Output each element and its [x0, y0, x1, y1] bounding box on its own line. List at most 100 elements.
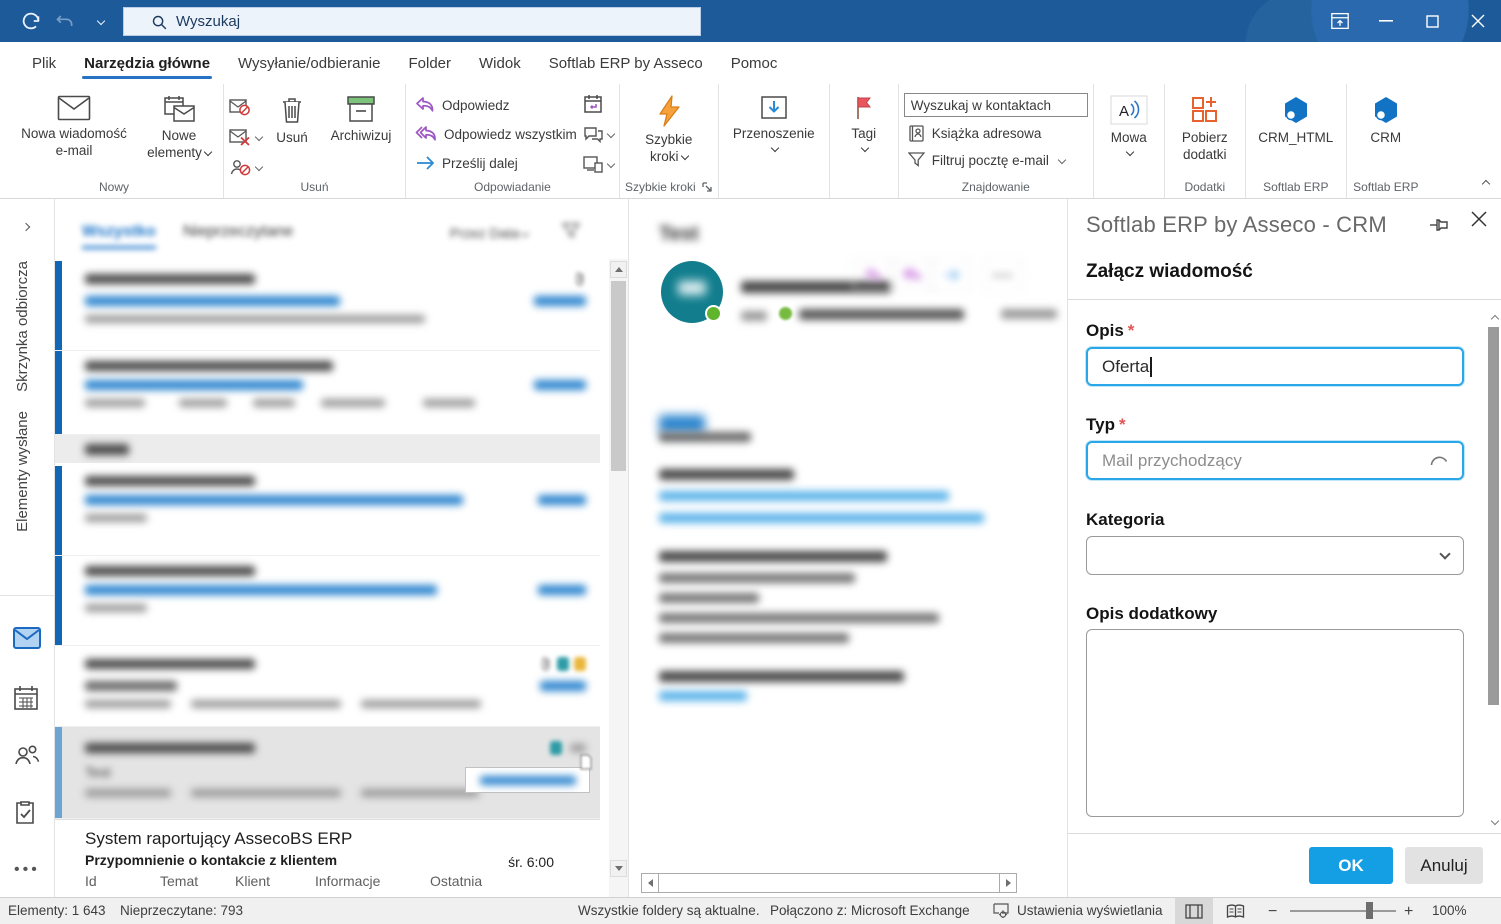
close-button[interactable]	[1455, 0, 1501, 42]
redacted-preview	[179, 399, 227, 407]
search-contacts-input[interactable]	[903, 93, 1088, 117]
redacted-body-line	[659, 469, 794, 480]
quick-access-dropdown-icon[interactable]	[82, 6, 116, 36]
scroll-up-button[interactable]	[610, 261, 627, 278]
opis-dodatkowy-textarea[interactable]	[1086, 629, 1464, 817]
archive-button[interactable]: Archiwizuj	[322, 89, 400, 179]
address-book-button[interactable]: Książka adresowa	[904, 122, 1088, 144]
zoom-out-button[interactable]: −	[1268, 903, 1277, 921]
tab-plik[interactable]: Plik	[18, 45, 70, 81]
opis-input[interactable]: Oferta	[1086, 347, 1464, 386]
mail-item[interactable]	[55, 466, 600, 556]
new-items-button[interactable]: Nowe elementy	[140, 89, 218, 179]
layout-reading-button[interactable]	[1216, 898, 1254, 924]
scroll-down-icon[interactable]	[1489, 813, 1500, 831]
send-receive-icon[interactable]	[14, 6, 48, 36]
reply-all-button[interactable]: Odpowiedz wszystkim	[411, 120, 581, 148]
ribbon-display-options-icon[interactable]	[1317, 0, 1363, 42]
tab-widok[interactable]: Widok	[465, 45, 535, 81]
quick-steps-button[interactable]: Szybkie kroki	[625, 89, 713, 179]
tab-pomoc[interactable]: Pomoc	[717, 45, 792, 81]
junk-button[interactable]	[229, 125, 264, 149]
crm-button[interactable]: CRM	[1352, 89, 1420, 179]
zoom-slider-track[interactable]	[1290, 910, 1396, 912]
kategoria-dropdown[interactable]	[1086, 536, 1464, 575]
envelope-icon	[57, 95, 91, 121]
sort-by-dropdown[interactable]: Przez Data	[450, 225, 530, 241]
tags-button[interactable]: Tagi	[835, 89, 893, 179]
delete-button[interactable]: Usuń	[264, 89, 320, 179]
reply-all-action-button[interactable]	[892, 259, 931, 291]
mail-nav-icon[interactable]	[13, 627, 41, 655]
reply-button[interactable]: Odpowiedz	[411, 91, 581, 119]
mail-item-selected[interactable]: Test	[55, 727, 600, 819]
date-group-separator[interactable]	[55, 435, 600, 463]
filter-email-button[interactable]: Filtruj pocztę e-mail	[904, 149, 1088, 171]
group-label-new: Nowy	[98, 180, 129, 194]
layout-normal-button[interactable]	[1175, 898, 1213, 924]
get-addins-button[interactable]: Pobierz dodatki	[1170, 89, 1240, 179]
new-mail-button[interactable]: Nowa wiadomość e-mail	[10, 89, 138, 179]
ignore-button[interactable]	[229, 95, 262, 119]
hscroll-left-button[interactable]	[641, 873, 659, 893]
tab-narzedzia-glowne[interactable]: Narzędzia główne	[70, 45, 224, 81]
hscroll-right-button[interactable]	[999, 873, 1017, 893]
reply-action-button[interactable]	[853, 259, 892, 291]
tasks-nav-icon[interactable]	[13, 799, 41, 827]
tab-softlab-erp[interactable]: Softlab ERP by Asseco	[535, 45, 717, 81]
reading-hscrollbar[interactable]	[641, 873, 1017, 893]
im-reply-button[interactable]	[583, 122, 616, 146]
tab-all-mail[interactable]: Wszystko	[82, 223, 156, 249]
mail-item[interactable]	[55, 261, 600, 351]
rail-item-sent[interactable]: Elementy wysłane	[14, 411, 31, 532]
panel-scrollbar-thumb[interactable]	[1488, 327, 1499, 705]
crm-html-button[interactable]: CRM_HTML	[1251, 89, 1341, 179]
mail-item[interactable]	[55, 351, 600, 435]
more-nav-icon[interactable]: •••	[14, 861, 40, 879]
meeting-button[interactable]	[583, 92, 614, 116]
expand-rail-icon[interactable]	[20, 219, 31, 237]
new-items-icon	[164, 96, 195, 122]
move-button[interactable]: Przenoszenie	[724, 89, 824, 179]
zoom-in-button[interactable]: +	[1404, 903, 1413, 921]
mail-item[interactable]	[55, 646, 600, 727]
tab-wysylanie-odbieranie[interactable]: Wysyłanie/odbieranie	[224, 45, 394, 81]
scroll-up-icon[interactable]	[1489, 307, 1500, 325]
global-search-box[interactable]	[123, 7, 701, 36]
tab-unread-mail[interactable]: Nieprzeczytane	[183, 223, 293, 241]
maximize-button[interactable]	[1409, 0, 1455, 42]
panel-scrollbar[interactable]	[1487, 303, 1500, 833]
close-panel-icon[interactable]	[1471, 211, 1487, 227]
zoom-level[interactable]: 100%	[1432, 903, 1467, 918]
forward-button[interactable]: Prześlij dalej	[411, 149, 581, 177]
dialog-launcher-icon[interactable]	[701, 181, 713, 193]
redacted-attachment-chip[interactable]	[659, 415, 705, 433]
collapse-ribbon-icon[interactable]	[1480, 172, 1491, 190]
tab-folder[interactable]: Folder	[394, 45, 465, 81]
pin-icon[interactable]	[1429, 217, 1451, 233]
scrollbar-thumb[interactable]	[611, 281, 626, 471]
zoom-slider-thumb[interactable]	[1366, 902, 1373, 919]
mail-item-reminder[interactable]: System raportujący AssecoBS ERP Przypomn…	[55, 819, 600, 897]
more-actions-button[interactable]: •••	[984, 259, 1023, 291]
typ-input[interactable]: Mail przychodzący	[1086, 441, 1464, 480]
hscroll-track[interactable]	[659, 873, 999, 893]
mail-list-scrollbar[interactable]	[609, 259, 628, 897]
minimize-button[interactable]	[1363, 0, 1409, 42]
block-sender-button[interactable]	[229, 155, 264, 179]
search-input[interactable]	[176, 13, 670, 30]
people-nav-icon[interactable]	[13, 743, 41, 771]
mail-item[interactable]	[55, 556, 600, 646]
display-settings-button[interactable]: Ustawienia wyświetlania	[993, 903, 1163, 918]
svg-text:A: A	[1119, 103, 1129, 120]
undo-icon[interactable]	[48, 6, 82, 36]
calendar-nav-icon[interactable]	[13, 685, 41, 713]
rail-item-inbox[interactable]: Skrzynka odbiorcza	[14, 261, 31, 392]
filter-list-icon[interactable]	[562, 223, 580, 239]
cancel-button[interactable]: Anuluj	[1405, 847, 1483, 884]
ok-button[interactable]: OK	[1309, 847, 1393, 884]
scroll-down-button[interactable]	[610, 860, 627, 877]
speech-button[interactable]: A Mowa	[1099, 89, 1159, 179]
more-respond-button[interactable]	[583, 152, 616, 176]
forward-action-button[interactable]	[931, 259, 970, 291]
